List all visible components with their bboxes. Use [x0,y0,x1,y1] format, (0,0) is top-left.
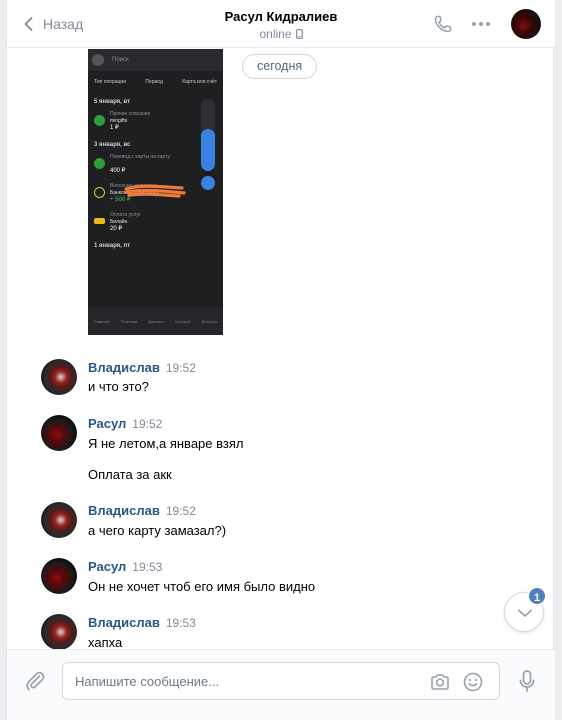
attached-image[interactable]: Поиск Тип операции Период Карта или счёт… [88,49,223,335]
avatar[interactable] [41,502,77,538]
message-group: Владислав 19:53 хапха [41,614,521,649]
transaction-name-hidden [110,161,170,168]
message-time: 19:53 [165,616,196,630]
smile-icon[interactable] [461,670,485,694]
contact-avatar[interactable] [511,9,541,39]
transaction-icon [94,187,105,198]
transaction-amount: 1 ₽ [110,125,119,131]
transaction-category: Прочие списания [110,111,151,117]
avatar[interactable] [41,558,77,594]
message-author[interactable]: Расул 19:53 [88,559,162,574]
transaction-amount: 20 ₽ [110,226,123,232]
paperclip-icon[interactable] [23,669,47,693]
message-group: Расул 19:53 Он не хочет чтоб его имя было… [41,558,521,598]
message-group: Владислав 19:52 а чего карту замазал?) [41,502,521,542]
chat-window: Назад Расул Кидралиев online Поиск Тип о… [6,0,555,720]
image-filter-tabs: Тип операции Период Карта или счёт [88,71,223,93]
avatar[interactable] [41,359,77,395]
date-separator: сегодня [242,54,318,79]
image-nav-item: Платежи [120,318,138,324]
image-transaction: Оплата услуг Билайн 20 ₽ [88,208,223,237]
message-author[interactable]: Расул 19:52 [88,416,162,431]
mobile-icon [295,29,303,39]
image-scrollbar [201,99,215,171]
image-nav-item: Витрина [201,318,218,324]
image-search-text: Поиск [112,57,129,63]
message-composer [7,649,555,720]
message-group: Владислав 19:52 и что это? [41,359,521,399]
message-time: 19:52 [165,504,196,518]
transaction-icon [94,158,105,169]
transaction-name: mingifts [110,118,128,124]
avatar[interactable] [41,614,77,649]
message-input[interactable] [75,672,415,690]
image-avatar-icon [92,54,104,66]
transaction-name: Билайн [110,219,128,225]
avatar[interactable] [41,415,77,451]
transaction-category: Перевод с карты на карту [110,154,170,160]
image-tab: Период [145,79,163,85]
message-text: Оплата за акк [88,467,172,482]
message-group: Расул 19:52 Я не летом,а январе взял Опла… [41,415,521,485]
unread-badge: 1 [527,586,547,606]
image-date-heading: 1 января, пт [94,243,131,249]
message-text: а чего карту замазал?) [88,523,227,538]
image-bottom-nav: Главный Платежи Диалоги История Витрина [88,307,223,335]
transaction-icon [94,218,105,224]
message-text: хапха [88,635,123,649]
message-author[interactable]: Владислав 19:53 [88,615,196,630]
message-time: 19:52 [132,417,163,431]
chevron-down-icon [518,609,532,617]
transaction-amount: 400 ₽ [110,168,126,174]
transaction-icon [94,115,105,126]
transaction-category: Оплата услуг [110,212,141,218]
message-text: Я не летом,а январе взял [88,436,244,451]
status-text: online [259,27,292,41]
redaction-scribble [124,184,186,198]
message-input-box[interactable] [62,662,500,700]
message-author[interactable]: Владислав 19:52 [88,503,196,518]
phone-icon[interactable] [431,12,455,36]
chat-header: Назад Расул Кидралиев online [7,0,555,48]
message-time: 19:53 [132,560,163,574]
message-text: Он не хочет чтоб его имя было видно [88,579,316,594]
image-search-bar: Поиск [88,49,223,71]
message-text: и что это? [88,379,149,394]
image-action-button [201,176,215,190]
message-history[interactable]: Поиск Тип операции Период Карта или счёт… [7,49,555,649]
microphone-icon[interactable] [515,668,539,694]
image-nav-item: История [174,318,191,324]
more-icon[interactable] [469,12,493,36]
camera-icon[interactable] [428,670,452,694]
image-tab: Тип операции [94,79,127,85]
image-nav-item: Главный [93,318,110,324]
message-time: 19:52 [165,361,196,375]
image-nav-item: Диалоги [148,318,164,324]
message-author[interactable]: Владислав 19:52 [88,360,196,375]
image-tab: Карта или счёт [182,79,217,85]
